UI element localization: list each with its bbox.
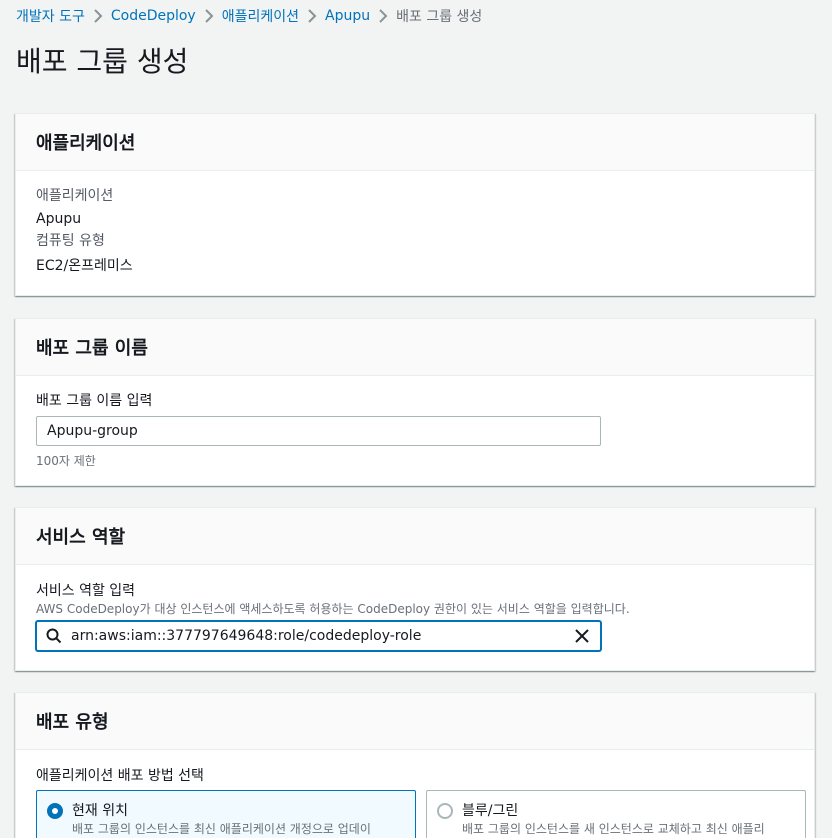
application-label: 애플리케이션 [36,188,114,204]
service-role-panel: 서비스 역할 서비스 역할 입력 AWS CodeDeploy가 대상 인스턴스… [15,507,815,671]
deployment-group-name-input[interactable]: Apupu-group [36,416,601,446]
chevron-right-icon [196,6,222,26]
clear-icon[interactable] [564,622,600,650]
chevron-right-icon [299,6,325,26]
character-limit-hint: 100자 제한 [36,454,96,468]
blue-green-radio[interactable] [437,803,453,819]
service-role-value: arn:aws:iam::377797649648:role/codedeplo… [71,628,422,644]
deployment-group-name-label: 배포 그룹 이름 입력 [36,393,153,409]
in-place-title: 현재 위치 [72,803,128,819]
compute-type-label: 컴퓨팅 유형 [36,233,105,249]
compute-type-value: EC2/온프레미스 [36,258,133,274]
service-role-description: AWS CodeDeploy가 대상 인스턴스에 액세스하도록 허용하는 Cod… [36,602,630,616]
breadcrumb-current: 배포 그룹 생성 [396,9,483,25]
blue-green-description: 배포 그룹의 인스턴스를 새 인스턴스로 교체하고 최신 애플리 [462,822,765,836]
breadcrumb-apupu[interactable]: Apupu [325,8,370,24]
panel-header: 배포 유형 [16,693,814,750]
breadcrumb-codedeploy[interactable]: CodeDeploy [111,8,196,24]
in-place-option[interactable]: 현재 위치 배포 그룹의 인스턴스를 최신 애플리케이션 개정으로 업데이 [36,790,416,838]
deployment-method-label: 애플리케이션 배포 방법 선택 [36,768,204,784]
in-place-description: 배포 그룹의 인스턴스를 최신 애플리케이션 개정으로 업데이 [72,822,371,836]
panel-header: 애플리케이션 [16,114,814,171]
blue-green-title: 블루/그린 [462,803,519,819]
service-role-title: 서비스 역할 [36,527,126,548]
deployment-type-panel: 배포 유형 애플리케이션 배포 방법 선택 현재 위치 배포 그룹의 인스턴스를… [15,692,815,838]
application-value: Apupu [36,211,82,227]
page: 개발자 도구 CodeDeploy 애플리케이션 Apupu 배포 그룹 생성 … [0,0,832,838]
chevron-right-icon [370,6,396,26]
service-role-search-input[interactable]: arn:aws:iam::377797649648:role/codedeplo… [36,621,601,651]
page-title: 배포 그룹 생성 [16,45,189,78]
deployment-group-name-panel: 배포 그룹 이름 배포 그룹 이름 입력 Apupu-group 100자 제한 [15,318,815,486]
in-place-radio[interactable] [47,803,63,819]
panel-header: 서비스 역할 [16,508,814,565]
search-icon [37,622,71,650]
deployment-group-name-title: 배포 그룹 이름 [36,338,148,359]
service-role-label: 서비스 역할 입력 [36,583,136,599]
breadcrumb: 개발자 도구 CodeDeploy 애플리케이션 Apupu 배포 그룹 생성 [16,6,482,26]
application-panel: 애플리케이션 애플리케이션 Apupu 컴퓨팅 유형 EC2/온프레미스 [15,113,815,296]
application-panel-title: 애플리케이션 [36,133,136,154]
chevron-right-icon [85,6,111,26]
blue-green-option[interactable]: 블루/그린 배포 그룹의 인스턴스를 새 인스턴스로 교체하고 최신 애플리 [426,790,806,838]
panel-header: 배포 그룹 이름 [16,319,814,376]
breadcrumb-applications[interactable]: 애플리케이션 [222,6,299,26]
deployment-type-title: 배포 유형 [36,712,109,733]
breadcrumb-developer-tools[interactable]: 개발자 도구 [16,6,85,26]
